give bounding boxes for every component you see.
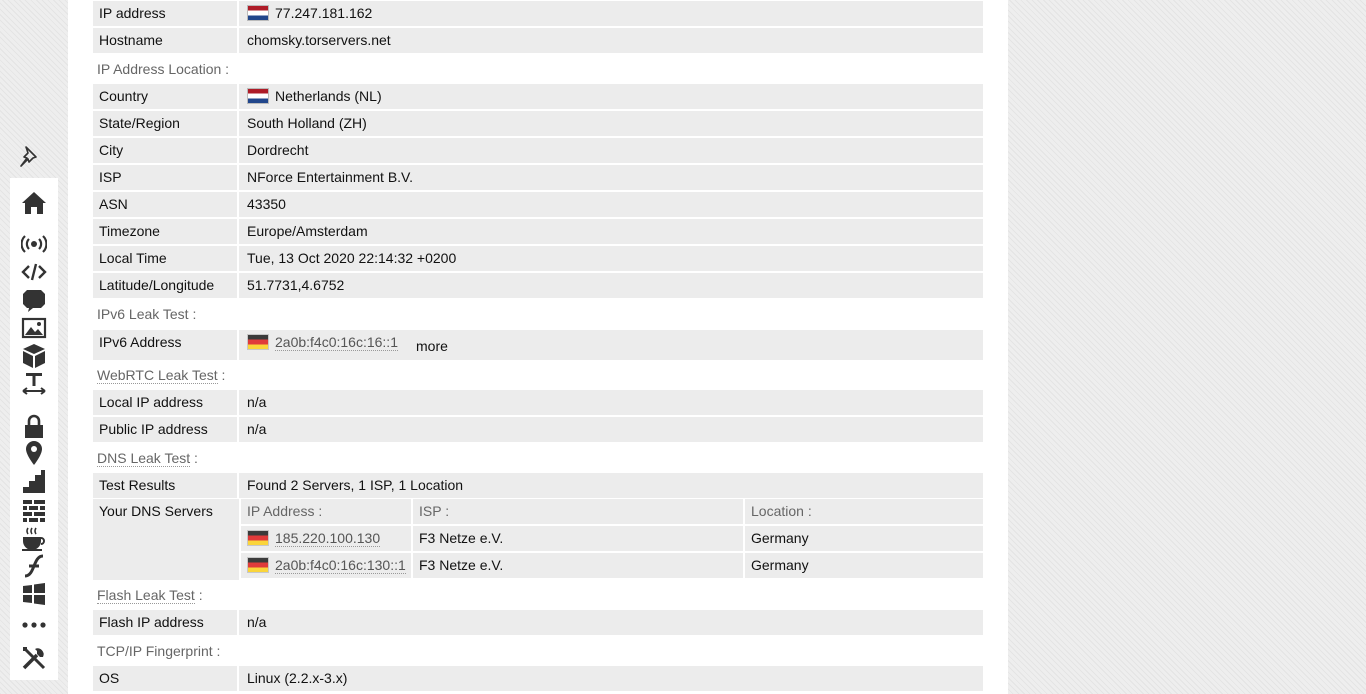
more-link[interactable]: more [416,338,448,354]
city-row: City Dordrecht [93,138,983,163]
ipv6-heading: IPv6 Leak Test : [97,306,197,322]
test-results-row: Test Results Found 2 Servers, 1 ISP, 1 L… [93,473,983,498]
code-icon[interactable] [21,259,47,285]
country-row: Country Netherlands (NL) [93,84,983,109]
latlong-value: 51.7731,4.6752 [247,277,345,293]
timezone-row: Timezone Europe/Amsterdam [93,219,983,244]
country-label: Country [93,84,239,109]
flash-ip-row: Flash IP address n/a [93,610,983,635]
public-ip-value: n/a [247,421,267,437]
latlong-label: Latitude/Longitude [93,273,239,298]
flash-icon[interactable] [21,553,47,579]
asn-row: ASN 43350 [93,192,983,217]
country-value: Netherlands (NL) [275,88,382,104]
dns-server-2-location: Germany [745,553,983,578]
chat-icon[interactable] [21,287,47,313]
dns-server-2-ip-cell: 2a0b:f4c0:16c:130::1 [241,553,411,578]
dns-header-location: Location : [745,499,983,524]
tools-icon[interactable] [21,645,47,671]
colon: : [194,450,198,466]
state-value: South Holland (ZH) [247,115,367,131]
test-results-label: Test Results [93,473,239,498]
germany-flag-icon [247,530,269,546]
dns-server-1-ip-link[interactable]: 185.220.100.130 [275,530,381,547]
image-icon[interactable] [21,315,47,341]
dns-server-1-isp: F3 Netze e.V. [413,526,743,551]
netherlands-flag-icon [247,88,269,104]
local-time-value: Tue, 13 Oct 2020 22:14:32 +0200 [247,250,457,266]
coffee-icon[interactable] [21,526,47,552]
ip-address-value: 77.247.181.162 [275,5,373,21]
ip-location-heading: IP Address Location : [97,61,230,77]
ip-address-label: IP address [93,1,239,26]
latlong-row: Latitude/Longitude 51.7731,4.6752 [93,273,983,298]
hostname-row: Hostname chomsky.torservers.net [93,28,983,53]
local-ip-row: Local IP address n/a [93,390,983,415]
os-value: Linux (2.2.x-3.x) [247,670,348,686]
isp-value: NForce Entertainment B.V. [247,169,414,185]
colon: : [198,587,203,603]
stairs-icon[interactable] [21,469,47,495]
hostname-value: chomsky.torservers.net [247,32,391,48]
public-ip-row: Public IP address n/a [93,417,983,442]
broadcast-icon[interactable] [21,231,47,257]
timezone-value: Europe/Amsterdam [247,223,368,239]
ipv6-row: IPv6 Address 2a0b:f4c0:16c:16::1 [93,330,983,360]
home-icon[interactable] [21,190,47,216]
ip-address-value-cell: 77.247.181.162 [241,1,983,26]
flash-ip-label: Flash IP address [93,610,239,635]
local-ip-value: n/a [247,394,267,410]
dns-server-1-location: Germany [745,526,983,551]
state-row: State/Region South Holland (ZH) [93,111,983,136]
isp-label: ISP [93,165,239,190]
dns-leak-test-link[interactable]: DNS Leak Test [97,450,191,467]
state-label: State/Region [93,111,239,136]
flash-heading: Flash Leak Test : [97,585,203,605]
asn-label: ASN [93,192,239,217]
flash-ip-value: n/a [247,614,267,630]
firewall-icon[interactable] [21,497,47,523]
colon: : [221,367,226,383]
dns-header-ip: IP Address : [241,499,411,524]
germany-flag-icon [247,557,269,573]
ipv6-link[interactable]: 2a0b:f4c0:16c:16::1 [275,334,398,351]
asn-value: 43350 [247,196,286,212]
sidebar [10,178,58,680]
timezone-label: Timezone [93,219,239,244]
webrtc-heading: WebRTC Leak Test : [97,365,225,385]
text-width-icon[interactable] [21,371,47,397]
os-row: OS Linux (2.2.x-3.x) [93,666,983,691]
dns-heading: DNS Leak Test : [97,448,198,468]
germany-flag-icon [247,334,269,350]
local-time-label: Local Time [93,246,239,271]
isp-row: ISP NForce Entertainment B.V. [93,165,983,190]
os-label: OS [93,666,239,691]
local-time-row: Local Time Tue, 13 Oct 2020 22:14:32 +02… [93,246,983,271]
ipv6-value-cell: 2a0b:f4c0:16c:16::1 [241,330,983,360]
netherlands-flag-icon [247,5,269,21]
dns-server-2-ip-link[interactable]: 2a0b:f4c0:16c:130::1 [275,557,406,574]
test-results-value: Found 2 Servers, 1 ISP, 1 Location [247,477,464,493]
lock-icon[interactable] [21,413,47,439]
country-value-cell: Netherlands (NL) [241,84,983,109]
flash-leak-test-link[interactable]: Flash Leak Test [97,587,195,604]
city-label: City [93,138,239,163]
windows-icon[interactable] [21,581,47,607]
hostname-label: Hostname [93,28,239,53]
dns-server-1-ip-cell: 185.220.100.130 [241,526,411,551]
dns-header-isp: ISP : [413,499,743,524]
location-pin-icon[interactable] [21,440,47,466]
ipv6-label: IPv6 Address [93,330,239,360]
more-icon[interactable] [21,612,47,638]
pin-icon[interactable] [17,143,43,169]
local-ip-label: Local IP address [93,390,239,415]
cube-icon[interactable] [21,343,47,369]
webrtc-leak-test-link[interactable]: WebRTC Leak Test [97,367,218,384]
dns-server-2-isp: F3 Netze e.V. [413,553,743,578]
ip-address-row: IP address 77.247.181.162 [93,1,983,26]
public-ip-label: Public IP address [93,417,239,442]
dns-servers-label: Your DNS Servers [93,499,239,580]
tcp-heading: TCP/IP Fingerprint : [97,643,221,659]
city-value: Dordrecht [247,142,309,158]
